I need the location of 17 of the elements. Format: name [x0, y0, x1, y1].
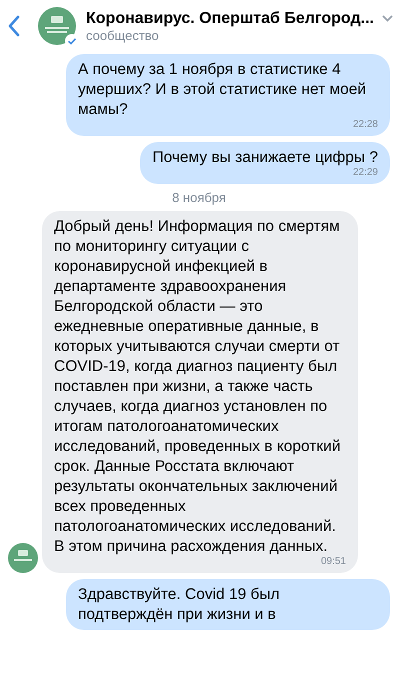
- outgoing-message[interactable]: Здравствуйте. Covid 19 был подтверждён при жизни и в: [66, 579, 390, 630]
- outgoing-message[interactable]: А почему за 1 ноября в статистике 4 умерших? И в этой статистике нет моей мамы? 22:28: [66, 54, 390, 136]
- message-text: А почему за 1 ноября в статистике 4 умерших? И в этой статистике нет моей мамы?: [78, 60, 368, 120]
- chat-title[interactable]: Коронавирус. Оперштаб Белгород...: [86, 10, 374, 28]
- outgoing-message[interactable]: Почему вы занижаете цифры ? 22:29: [140, 142, 390, 184]
- date-separator: 8 ноября: [172, 190, 226, 205]
- message-time: 22:28: [352, 119, 378, 131]
- sender-avatar[interactable]: [8, 543, 38, 573]
- message-text: Добрый день! Информация по смертям по мониторингу ситуации с коронавирусной инфекцией в департаменте здравоохранения Белгородской области — это ежедневные оперативные данные, в которых учитываются случаи смерти от COVID-19, когда диагноз пациенту был поставлен при жизни, а также часть случаев, когда диагноз установлен по итогам патологоанатомических исследований, проведенных в короткий срок. Данные Росстата включают результаты окончательных заключений всех проведенных патологоанатомических исследований. В этом причина расхождения данных.: [54, 217, 342, 557]
- message-time: 09:51: [320, 556, 346, 568]
- message-text: Почему вы занижаете цифры ?: [152, 148, 378, 168]
- message-time: 22:29: [352, 167, 378, 179]
- message-text: Здравствуйте. Covid 19 был подтверждён при жизни и в: [78, 585, 281, 625]
- community-avatar[interactable]: [38, 7, 76, 45]
- chevron-down-icon[interactable]: [382, 15, 393, 22]
- back-icon[interactable]: [8, 15, 20, 37]
- chat-subtitle: сообщество: [86, 28, 160, 42]
